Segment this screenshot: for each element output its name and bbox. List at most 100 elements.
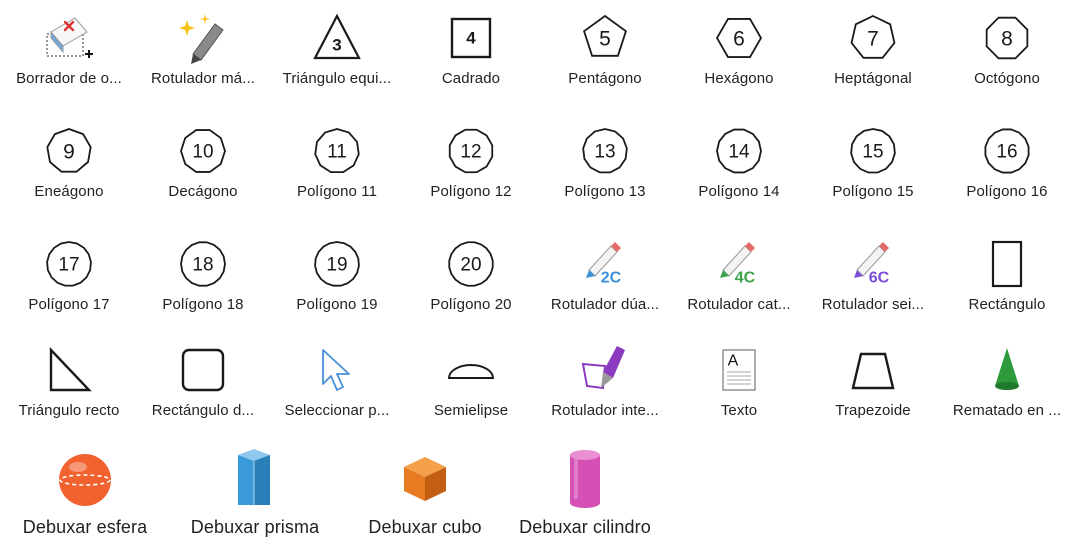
tool-label: Cadrado	[441, 70, 501, 87]
heptagon-7-icon: 7	[845, 10, 901, 66]
polygon-13-icon: 13	[577, 123, 633, 179]
icon-number-text: 16	[996, 142, 1017, 163]
tool-triangle-3[interactable]: 3 Triángulo equi...	[270, 10, 404, 106]
tool-cone[interactable]: Rematado en ...	[940, 342, 1074, 438]
icon-number-text: 15	[862, 142, 883, 163]
tool-polygon-12[interactable]: 12 Polígono 12	[404, 123, 538, 219]
tool-eraser-selection[interactable]: Borrador de o...	[2, 10, 136, 106]
tool-polygon-10[interactable]: 10 Decágono	[136, 123, 270, 219]
trapezoid-icon	[845, 342, 901, 398]
icon-number-text: 5	[599, 28, 611, 51]
polygon-12-icon: 12	[443, 123, 499, 179]
tool-text[interactable]: A Texto	[672, 342, 806, 438]
tool-right-triangle[interactable]: Triángulo recto	[2, 342, 136, 438]
icon-number-text: A	[728, 353, 739, 370]
tool-rectangle[interactable]: Rectángulo	[940, 236, 1074, 332]
polygon-16-icon: 16	[979, 123, 1035, 179]
tool-polygon-18[interactable]: 18 Polígono 18	[136, 236, 270, 332]
tool-polygon-14[interactable]: 14 Polígono 14	[672, 123, 806, 219]
triangle-3-icon: 3	[309, 10, 365, 66]
icon-number-text: 8	[1001, 28, 1013, 51]
tool-label: Debuxar cubo	[368, 517, 482, 537]
tool-polygon-13[interactable]: 13 Polígono 13	[538, 123, 672, 219]
tool-polygon-16[interactable]: 16 Polígono 16	[940, 123, 1074, 219]
square-4-icon: 4	[443, 10, 499, 66]
polygon-11-icon: 11	[309, 123, 365, 179]
tool-label: Semielipse	[433, 402, 509, 419]
tool-label: Polígono 16	[966, 183, 1048, 200]
select-pointer-icon	[309, 342, 365, 398]
eraser-selection-icon	[41, 10, 97, 66]
shape-tools-palette: Borrador de o... Rotulador má... 3 Triángul…	[0, 0, 1075, 542]
tool-label: Polígono 20	[430, 296, 512, 313]
tool-label: Polígono 12	[430, 183, 512, 200]
icon-number-text: 12	[460, 142, 481, 163]
rectangle-icon	[979, 236, 1035, 292]
tool-label: Polígono 11	[296, 183, 378, 200]
tool-cylinder[interactable]: Debuxar cilindro	[500, 445, 670, 541]
magic-marker-icon	[175, 10, 231, 66]
sphere-icon	[50, 445, 120, 515]
tool-label: Debuxar prisma	[190, 517, 320, 537]
intelligent-marker-icon	[577, 342, 633, 398]
tool-heptagon-7[interactable]: 7 Heptágonal	[806, 10, 940, 106]
tool-label: Rotulador dúa...	[550, 296, 660, 313]
tool-label: Polígono 17	[28, 296, 110, 313]
tool-marker-4c[interactable]: 4C Rotulador cat...	[672, 236, 806, 332]
icon-number-text: 9	[63, 141, 75, 164]
tool-label: Pentágono	[568, 70, 642, 87]
tool-marker-6c[interactable]: 6C Rotulador sei...	[806, 236, 940, 332]
tool-cube[interactable]: Debuxar cubo	[340, 445, 510, 541]
icon-number-text: 2C	[601, 270, 622, 287]
icon-number-text: 6	[733, 28, 745, 51]
tool-hexagon-6[interactable]: 6 Hexágono	[672, 10, 806, 106]
tool-pentagon-5[interactable]: 5 Pentágono	[538, 10, 672, 106]
tool-label: Decágono	[168, 183, 238, 200]
polygon-17-icon: 17	[41, 236, 97, 292]
polygon-18-icon: 18	[175, 236, 231, 292]
hexagon-6-icon: 6	[711, 10, 767, 66]
tool-magic-marker[interactable]: Rotulador má...	[136, 10, 270, 106]
tool-rounded-rectangle[interactable]: Rectángulo d...	[136, 342, 270, 438]
icon-number-text: 19	[326, 255, 347, 276]
tool-label: Rematado en ...	[952, 402, 1062, 419]
marker-4c-icon: 4C	[711, 236, 767, 292]
icon-number-text: 10	[192, 142, 213, 163]
tool-polygon-19[interactable]: 19 Polígono 19	[270, 236, 404, 332]
tool-octagon-8[interactable]: 8 Octógono	[940, 10, 1074, 106]
polygon-20-icon: 20	[443, 236, 499, 292]
tool-polygon-11[interactable]: 11 Polígono 11	[270, 123, 404, 219]
tool-prism[interactable]: Debuxar prisma	[170, 445, 340, 541]
tool-label: Polígono 15	[832, 183, 914, 200]
tool-sphere[interactable]: Debuxar esfera	[0, 445, 170, 541]
tool-polygon-20[interactable]: 20 Polígono 20	[404, 236, 538, 332]
tool-select-pointer[interactable]: Seleccionar p...	[270, 342, 404, 438]
tool-label: Rotulador inte...	[551, 402, 659, 419]
icon-number-text: 7	[867, 28, 879, 51]
icon-number-text: 14	[728, 142, 750, 163]
tool-label: Rotulador cat...	[687, 296, 791, 313]
tool-label: Texto	[720, 402, 758, 419]
icon-number-text: 17	[58, 255, 79, 276]
tool-intelligent-marker[interactable]: Rotulador inte...	[538, 342, 672, 438]
cylinder-icon	[550, 445, 620, 515]
tool-square-4[interactable]: 4 Cadrado	[404, 10, 538, 106]
tool-polygon-15[interactable]: 15 Polígono 15	[806, 123, 940, 219]
tool-polygon-17[interactable]: 17 Polígono 17	[2, 236, 136, 332]
semi-ellipse-icon	[443, 342, 499, 398]
icon-number-text: 3	[332, 36, 341, 55]
marker-2c-icon: 2C	[577, 236, 633, 292]
tool-polygon-9[interactable]: 9 Eneágono	[2, 123, 136, 219]
tool-label: Rectángulo	[968, 296, 1046, 313]
tool-label: Polígono 18	[162, 296, 244, 313]
icon-number-text: 6C	[869, 270, 890, 287]
right-triangle-icon	[41, 342, 97, 398]
tool-trapezoid[interactable]: Trapezoide	[806, 342, 940, 438]
tool-label: Triángulo recto	[18, 402, 120, 419]
icon-number-text: 4	[466, 29, 476, 48]
tool-label: Debuxar esfera	[22, 517, 148, 537]
tool-label: Triángulo equi...	[282, 70, 392, 87]
tool-marker-2c[interactable]: 2C Rotulador dúa...	[538, 236, 672, 332]
marker-6c-icon: 6C	[845, 236, 901, 292]
tool-semi-ellipse[interactable]: Semielipse	[404, 342, 538, 438]
